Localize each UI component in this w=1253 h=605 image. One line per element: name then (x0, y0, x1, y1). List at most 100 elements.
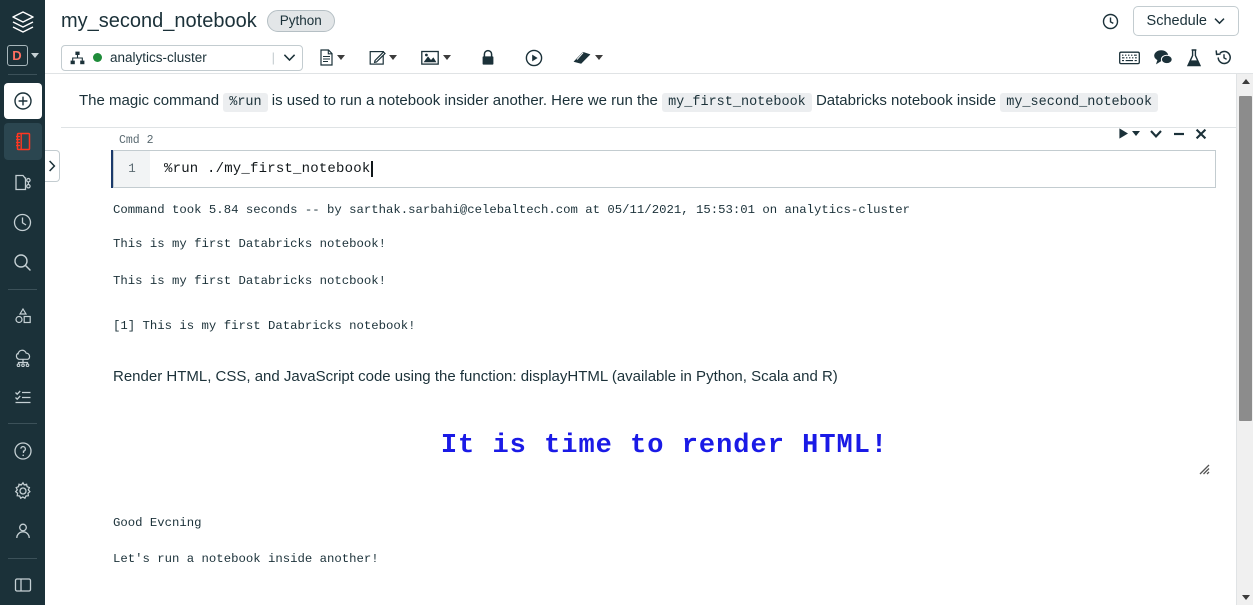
cell-menu-button[interactable] (1149, 129, 1163, 139)
persona-letter: D (6, 45, 28, 66)
chevron-down-icon (1214, 18, 1225, 25)
shapes-icon (14, 308, 31, 324)
resize-grip-icon[interactable] (1198, 463, 1210, 475)
chevron-down-icon (443, 55, 451, 60)
md-code-first-notebook: my_first_notebook (662, 93, 812, 112)
left-sidebar: D (0, 0, 45, 605)
sidebar-divider-2 (8, 289, 37, 291)
triangle-up-icon (1241, 79, 1250, 84)
databricks-logo-icon[interactable] (10, 9, 36, 35)
sidebar-item-jobs[interactable] (4, 379, 42, 415)
sidebar-item-panel[interactable] (4, 567, 42, 603)
history-icon (1215, 50, 1231, 65)
code-text-wrap[interactable]: %run ./my_first_notebook (150, 151, 1215, 187)
chevron-down-icon (389, 55, 397, 60)
sidebar-item-search[interactable] (4, 245, 42, 281)
sidebar-divider-4 (8, 557, 37, 559)
sidebar-collapse-handle[interactable] (45, 150, 60, 182)
permissions-button[interactable] (475, 46, 501, 69)
compute-icon (15, 349, 30, 367)
comments-button[interactable] (1153, 49, 1173, 66)
search-icon (14, 254, 31, 272)
content-wrap: The magic command %run is used to run a … (45, 74, 1253, 605)
cluster-selector[interactable]: analytics-cluster | (61, 44, 303, 71)
chevron-down-icon (283, 54, 296, 62)
chevron-down-icon (337, 55, 345, 60)
notebook-icon (15, 132, 30, 151)
view-menu-button[interactable] (415, 47, 457, 69)
experiments-button[interactable] (1186, 48, 1202, 67)
cell-gutter (61, 150, 114, 189)
sidebar-item-data[interactable] (4, 298, 42, 334)
keyboard-shortcuts-button[interactable] (1119, 51, 1140, 65)
md-part-2: is used to run a notebook insider anothe… (267, 92, 663, 109)
sidebar-item-repos[interactable] (4, 164, 42, 200)
gear-icon (14, 481, 31, 500)
file-icon (320, 49, 333, 66)
vertical-scrollbar[interactable] (1236, 74, 1253, 605)
file-menu-button[interactable] (313, 46, 351, 69)
cell-action-buttons (1117, 127, 1207, 140)
checklist-icon (14, 390, 30, 404)
output-line: Let's run a notebook inside another! (113, 552, 379, 567)
repos-icon (15, 174, 31, 190)
sidebar-item-compute[interactable] (4, 339, 42, 375)
databricks-notebook-app: D my_second_notebook Python Schedule ana… (0, 0, 1253, 605)
output-line: [1] This is my first Databricks notebook… (113, 318, 416, 333)
markdown-cell[interactable]: The magic command %run is used to run a … (61, 74, 1236, 129)
sidebar-item-recents[interactable] (4, 204, 42, 240)
panel-toggle-icon (14, 578, 31, 592)
notebook-header: my_second_notebook Python Schedule (45, 0, 1253, 42)
sidebar-divider-3 (8, 423, 37, 425)
output-tail: Good Evcning Let's run a notebook inside… (45, 475, 1236, 570)
clear-menu-button[interactable] (567, 47, 609, 68)
image-icon (421, 50, 439, 65)
eraser-icon (573, 51, 591, 64)
scrollbar-thumb[interactable] (1239, 96, 1252, 421)
toolbar-right-buttons (1119, 48, 1241, 67)
chevron-down-icon (595, 55, 603, 60)
output-line: Good Evcning (113, 515, 202, 530)
md-part-1: The magic command (79, 92, 224, 109)
md-code-second-notebook: my_second_notebook (1000, 93, 1159, 112)
persona-switcher[interactable]: D (6, 45, 39, 66)
revision-history-button[interactable] (1215, 49, 1233, 66)
markdown-text: The magic command %run is used to run a … (79, 90, 1216, 113)
play-circle-icon (525, 49, 543, 66)
run-all-button[interactable] (519, 46, 549, 70)
toolbar-buttons (313, 46, 609, 70)
page-title: my_second_notebook (61, 9, 257, 32)
sidebar-item-workspace[interactable] (3, 123, 42, 160)
chevron-right-icon (49, 160, 56, 172)
edit-menu-button[interactable] (363, 46, 403, 69)
close-cell-button[interactable] (1195, 128, 1207, 140)
main-area: my_second_notebook Python Schedule analy… (45, 0, 1253, 605)
sidebar-item-create[interactable] (3, 82, 42, 120)
triangle-down-icon (1241, 595, 1250, 600)
scrollbar-down-arrow[interactable] (1237, 590, 1253, 605)
output-line: This is my first Databricks notebook! (113, 237, 387, 252)
output-meta: Command took 5.84 seconds -- by sarthak.… (113, 203, 910, 218)
chevron-down-icon (1150, 130, 1162, 138)
cell-output: Command took 5.84 seconds -- by sarthak.… (45, 188, 1236, 475)
sidebar-item-settings[interactable] (4, 473, 42, 509)
flask-icon (1186, 48, 1202, 66)
run-cell-button[interactable] (1117, 127, 1140, 140)
clock-icon[interactable] (1102, 13, 1119, 30)
code-editor[interactable]: 1 %run ./my_first_notebook (113, 128, 1216, 189)
edit-pencil-icon (369, 50, 386, 65)
minimize-cell-button[interactable] (1172, 129, 1186, 139)
scrollbar-up-arrow[interactable] (1237, 74, 1253, 89)
notebook-content: The magic command %run is used to run a … (45, 74, 1236, 605)
sidebar-item-help[interactable] (4, 432, 42, 468)
minus-icon (1174, 132, 1184, 135)
sidebar-item-account[interactable] (4, 513, 42, 549)
cluster-status-dot (93, 53, 102, 62)
sidebar-divider-1 (8, 74, 37, 75)
language-badge[interactable]: Python (266, 10, 335, 32)
chevron-down-icon (1132, 131, 1140, 137)
code-text: %run ./my_first_notebook (164, 161, 371, 178)
header-actions: Schedule (1102, 6, 1239, 36)
schedule-button[interactable]: Schedule (1132, 6, 1239, 36)
selector-divider: | (271, 50, 275, 65)
